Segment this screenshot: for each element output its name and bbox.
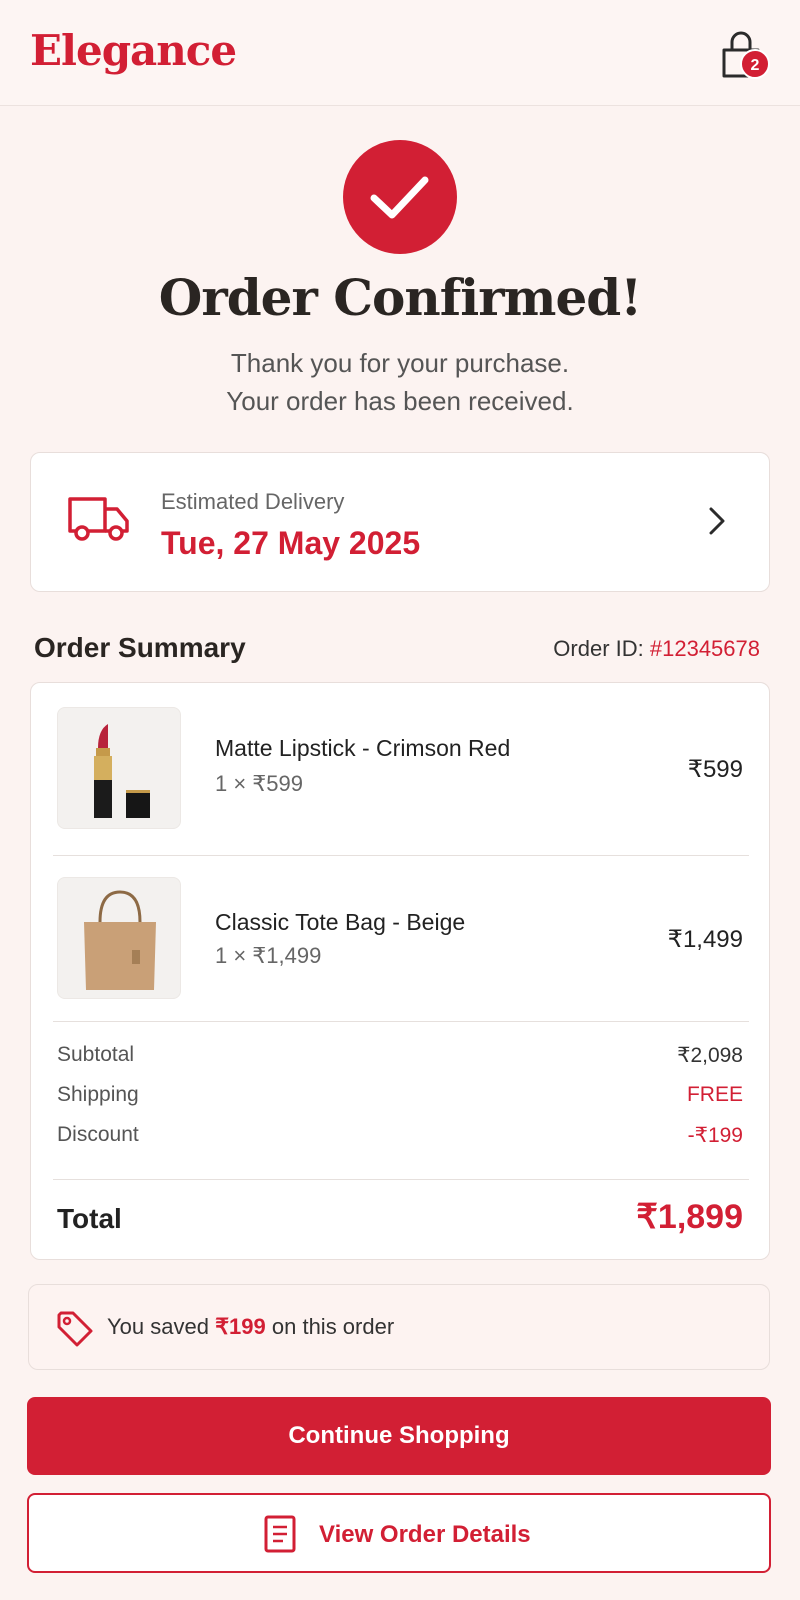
delivery-date: Tue, 27 May 2025 (161, 525, 421, 561)
view-order-details-label: View Order Details (319, 1521, 531, 1548)
savings-banner: You saved ₹199 on this order (28, 1284, 770, 1370)
document-icon (264, 1515, 296, 1553)
discount-value: -₹199 (687, 1124, 743, 1147)
view-order-details-button[interactable]: View Order Details (27, 1493, 771, 1573)
item-quantity: 1 × ₹599 (215, 771, 304, 796)
lipstick-thumbnail (57, 707, 181, 829)
discount-label: Discount (57, 1123, 139, 1146)
price-tag-icon (57, 1311, 93, 1347)
order-received-text: Your order has been received. (226, 386, 574, 416)
item-name: Matte Lipstick - Crimson Red (215, 735, 511, 761)
item-name: Classic Tote Bag - Beige (215, 909, 466, 935)
savings-prefix: You saved (107, 1314, 216, 1339)
thank-you-text: Thank you for your purchase. (230, 348, 570, 378)
items-divider (53, 1021, 749, 1022)
delivery-truck-icon (68, 497, 129, 541)
subtotal-value: ₹2,098 (677, 1044, 743, 1067)
tote-bag-thumbnail (57, 877, 181, 999)
delivery-card[interactable]: Estimated Delivery Tue, 27 May 2025 (30, 452, 770, 592)
savings-suffix: on this order (265, 1314, 395, 1339)
item-price: ₹599 (687, 756, 743, 783)
cart-count-badge: 2 (740, 49, 770, 79)
order-summary-title: Order Summary (34, 632, 246, 663)
shipping-label: Shipping (57, 1083, 139, 1106)
page-title: Order Confirmed! (158, 268, 642, 327)
item-quantity: 1 × ₹1,499 (215, 943, 322, 968)
brand-logo[interactable]: Elegance (30, 26, 237, 75)
order-id-number: #12345678 (649, 636, 760, 661)
subtotal-label: Subtotal (57, 1043, 135, 1066)
total-divider (53, 1179, 749, 1180)
item-divider (53, 855, 749, 856)
total-value: ₹1,899 (636, 1198, 743, 1236)
app-header: Elegance 2 (0, 0, 800, 106)
continue-shopping-button[interactable]: Continue Shopping (27, 1397, 771, 1475)
shipping-value: FREE (686, 1083, 743, 1106)
order-summary-card: Matte Lipstick - Crimson Red 1 × ₹599 ₹5… (30, 682, 770, 1260)
order-id: Order ID: #12345678 (553, 636, 760, 662)
success-check-icon (343, 140, 457, 254)
order-id-label: Order ID: (553, 636, 650, 661)
chevron-right-icon[interactable] (707, 505, 727, 537)
total-label: Total (57, 1203, 122, 1234)
savings-text: You saved ₹199 on this order (107, 1314, 394, 1340)
item-price: ₹1,499 (667, 926, 743, 953)
savings-amount: ₹199 (215, 1314, 266, 1339)
delivery-label: Estimated Delivery (161, 489, 345, 514)
